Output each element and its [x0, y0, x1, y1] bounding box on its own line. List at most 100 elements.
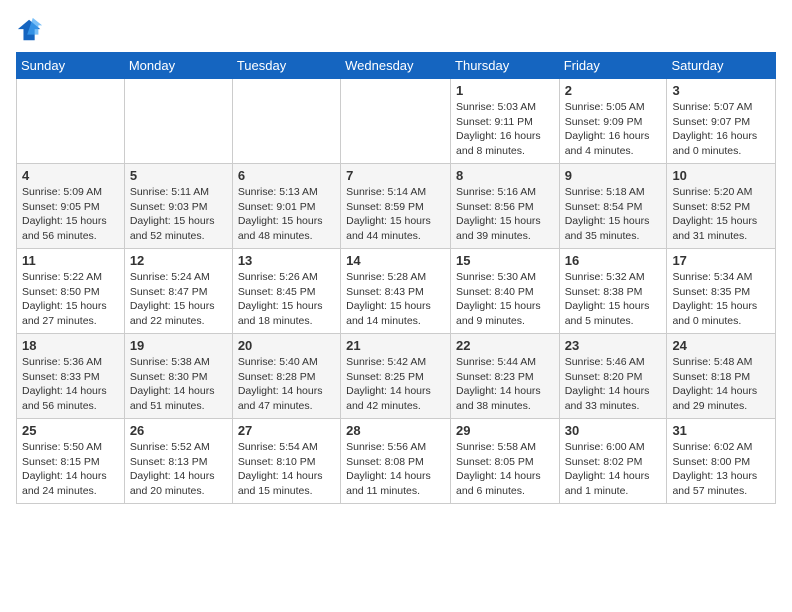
day-number: 28 [346, 423, 445, 438]
day-info: Sunrise: 5:46 AM Sunset: 8:20 PM Dayligh… [565, 355, 662, 414]
header-day-friday: Friday [559, 53, 667, 79]
calendar-cell: 27 Sunrise: 5:54 AM Sunset: 8:10 PM Dayli… [232, 419, 340, 504]
day-info: Sunrise: 5:34 AM Sunset: 8:35 PM Dayligh… [672, 270, 770, 329]
calendar-cell: 8 Sunrise: 5:16 AM Sunset: 8:56 PM Daylig… [451, 164, 560, 249]
day-info: Sunrise: 5:16 AM Sunset: 8:56 PM Dayligh… [456, 185, 554, 244]
calendar-cell: 24 Sunrise: 5:48 AM Sunset: 8:18 PM Dayli… [667, 334, 776, 419]
calendar-cell: 21Sunrise: 5:42 AM Sunset: 8:25 PM Dayli… [341, 334, 451, 419]
calendar-cell: 25Sunrise: 5:50 AM Sunset: 8:15 PM Dayli… [17, 419, 125, 504]
day-number: 2 [565, 83, 662, 98]
calendar-cell: 18 Sunrise: 5:36 AM Sunset: 8:33 PM Dayli… [17, 334, 125, 419]
day-info: Sunrise: 5:03 AM Sunset: 9:11 PM Dayligh… [456, 100, 554, 159]
day-number: 25 [22, 423, 119, 438]
day-info: Sunrise: 5:14 AM Sunset: 8:59 PM Dayligh… [346, 185, 445, 244]
day-number: 9 [565, 168, 662, 183]
calendar-cell [124, 79, 232, 164]
day-info: Sunrise: 5:32 AM Sunset: 8:38 PM Dayligh… [565, 270, 662, 329]
week-row-0: 1 Sunrise: 5:03 AM Sunset: 9:11 PM Daylig… [17, 79, 776, 164]
header-day-thursday: Thursday [451, 53, 560, 79]
day-number: 11 [22, 253, 119, 268]
week-row-3: 18 Sunrise: 5:36 AM Sunset: 8:33 PM Dayli… [17, 334, 776, 419]
day-number: 1 [456, 83, 554, 98]
calendar-cell: 17Sunrise: 5:34 AM Sunset: 8:35 PM Dayli… [667, 249, 776, 334]
calendar-cell: 3 Sunrise: 5:07 AM Sunset: 9:07 PM Daylig… [667, 79, 776, 164]
calendar-cell: 5 Sunrise: 5:11 AM Sunset: 9:03 PM Daylig… [124, 164, 232, 249]
calendar-cell: 15 Sunrise: 5:30 AM Sunset: 8:40 PM Dayli… [451, 249, 560, 334]
calendar-cell: 12 Sunrise: 5:24 AM Sunset: 8:47 PM Dayli… [124, 249, 232, 334]
logo-icon [16, 16, 44, 44]
day-number: 15 [456, 253, 554, 268]
day-number: 26 [130, 423, 227, 438]
calendar-cell: 23 Sunrise: 5:46 AM Sunset: 8:20 PM Dayli… [559, 334, 667, 419]
day-info: Sunrise: 5:30 AM Sunset: 8:40 PM Dayligh… [456, 270, 554, 329]
calendar-cell: 13Sunrise: 5:26 AM Sunset: 8:45 PM Dayli… [232, 249, 340, 334]
day-info: Sunrise: 5:52 AM Sunset: 8:13 PM Dayligh… [130, 440, 227, 499]
day-number: 30 [565, 423, 662, 438]
day-number: 4 [22, 168, 119, 183]
calendar-body: 1 Sunrise: 5:03 AM Sunset: 9:11 PM Daylig… [17, 79, 776, 504]
calendar-cell: 4Sunrise: 5:09 AM Sunset: 9:05 PM Daylig… [17, 164, 125, 249]
day-info: Sunrise: 5:05 AM Sunset: 9:09 PM Dayligh… [565, 100, 662, 159]
day-info: Sunrise: 5:07 AM Sunset: 9:07 PM Dayligh… [672, 100, 770, 159]
logo [16, 16, 48, 44]
day-number: 7 [346, 168, 445, 183]
day-number: 12 [130, 253, 227, 268]
header-day-monday: Monday [124, 53, 232, 79]
day-info: Sunrise: 5:56 AM Sunset: 8:08 PM Dayligh… [346, 440, 445, 499]
calendar-table: SundayMondayTuesdayWednesdayThursdayFrid… [16, 52, 776, 504]
week-row-4: 25Sunrise: 5:50 AM Sunset: 8:15 PM Dayli… [17, 419, 776, 504]
day-number: 16 [565, 253, 662, 268]
day-number: 19 [130, 338, 227, 353]
calendar-cell: 2 Sunrise: 5:05 AM Sunset: 9:09 PM Daylig… [559, 79, 667, 164]
day-info: Sunrise: 6:02 AM Sunset: 8:00 PM Dayligh… [672, 440, 770, 499]
day-info: Sunrise: 5:36 AM Sunset: 8:33 PM Dayligh… [22, 355, 119, 414]
calendar-cell: 19 Sunrise: 5:38 AM Sunset: 8:30 PM Dayli… [124, 334, 232, 419]
calendar-cell [341, 79, 451, 164]
day-info: Sunrise: 6:00 AM Sunset: 8:02 PM Dayligh… [565, 440, 662, 499]
day-number: 18 [22, 338, 119, 353]
calendar-cell: 14 Sunrise: 5:28 AM Sunset: 8:43 PM Dayli… [341, 249, 451, 334]
day-info: Sunrise: 5:44 AM Sunset: 8:23 PM Dayligh… [456, 355, 554, 414]
calendar-cell: 20 Sunrise: 5:40 AM Sunset: 8:28 PM Dayli… [232, 334, 340, 419]
day-info: Sunrise: 5:28 AM Sunset: 8:43 PM Dayligh… [346, 270, 445, 329]
calendar-cell: 10Sunrise: 5:20 AM Sunset: 8:52 PM Dayli… [667, 164, 776, 249]
day-number: 6 [238, 168, 335, 183]
day-info: Sunrise: 5:26 AM Sunset: 8:45 PM Dayligh… [238, 270, 335, 329]
day-number: 23 [565, 338, 662, 353]
header-day-saturday: Saturday [667, 53, 776, 79]
calendar-header: SundayMondayTuesdayWednesdayThursdayFrid… [17, 53, 776, 79]
day-number: 20 [238, 338, 335, 353]
header-day-tuesday: Tuesday [232, 53, 340, 79]
day-info: Sunrise: 5:18 AM Sunset: 8:54 PM Dayligh… [565, 185, 662, 244]
header-day-sunday: Sunday [17, 53, 125, 79]
day-info: Sunrise: 5:38 AM Sunset: 8:30 PM Dayligh… [130, 355, 227, 414]
header-day-wednesday: Wednesday [341, 53, 451, 79]
calendar-cell: 29Sunrise: 5:58 AM Sunset: 8:05 PM Dayli… [451, 419, 560, 504]
calendar-cell: 11 Sunrise: 5:22 AM Sunset: 8:50 PM Dayli… [17, 249, 125, 334]
calendar-cell: 28 Sunrise: 5:56 AM Sunset: 8:08 PM Dayli… [341, 419, 451, 504]
day-number: 10 [672, 168, 770, 183]
calendar-cell: 22Sunrise: 5:44 AM Sunset: 8:23 PM Dayli… [451, 334, 560, 419]
day-info: Sunrise: 5:48 AM Sunset: 8:18 PM Dayligh… [672, 355, 770, 414]
calendar-cell [232, 79, 340, 164]
day-number: 24 [672, 338, 770, 353]
calendar-cell: 1 Sunrise: 5:03 AM Sunset: 9:11 PM Daylig… [451, 79, 560, 164]
day-info: Sunrise: 5:54 AM Sunset: 8:10 PM Dayligh… [238, 440, 335, 499]
calendar-cell: 30 Sunrise: 6:00 AM Sunset: 8:02 PM Dayli… [559, 419, 667, 504]
calendar-cell: 6 Sunrise: 5:13 AM Sunset: 9:01 PM Daylig… [232, 164, 340, 249]
day-number: 21 [346, 338, 445, 353]
day-info: Sunrise: 5:40 AM Sunset: 8:28 PM Dayligh… [238, 355, 335, 414]
calendar-cell: 7 Sunrise: 5:14 AM Sunset: 8:59 PM Daylig… [341, 164, 451, 249]
day-number: 14 [346, 253, 445, 268]
day-info: Sunrise: 5:13 AM Sunset: 9:01 PM Dayligh… [238, 185, 335, 244]
calendar-cell: 16 Sunrise: 5:32 AM Sunset: 8:38 PM Dayli… [559, 249, 667, 334]
day-info: Sunrise: 5:22 AM Sunset: 8:50 PM Dayligh… [22, 270, 119, 329]
calendar-cell: 26 Sunrise: 5:52 AM Sunset: 8:13 PM Dayli… [124, 419, 232, 504]
day-number: 27 [238, 423, 335, 438]
day-number: 8 [456, 168, 554, 183]
day-info: Sunrise: 5:11 AM Sunset: 9:03 PM Dayligh… [130, 185, 227, 244]
day-number: 3 [672, 83, 770, 98]
header-row: SundayMondayTuesdayWednesdayThursdayFrid… [17, 53, 776, 79]
day-info: Sunrise: 5:24 AM Sunset: 8:47 PM Dayligh… [130, 270, 227, 329]
day-number: 5 [130, 168, 227, 183]
